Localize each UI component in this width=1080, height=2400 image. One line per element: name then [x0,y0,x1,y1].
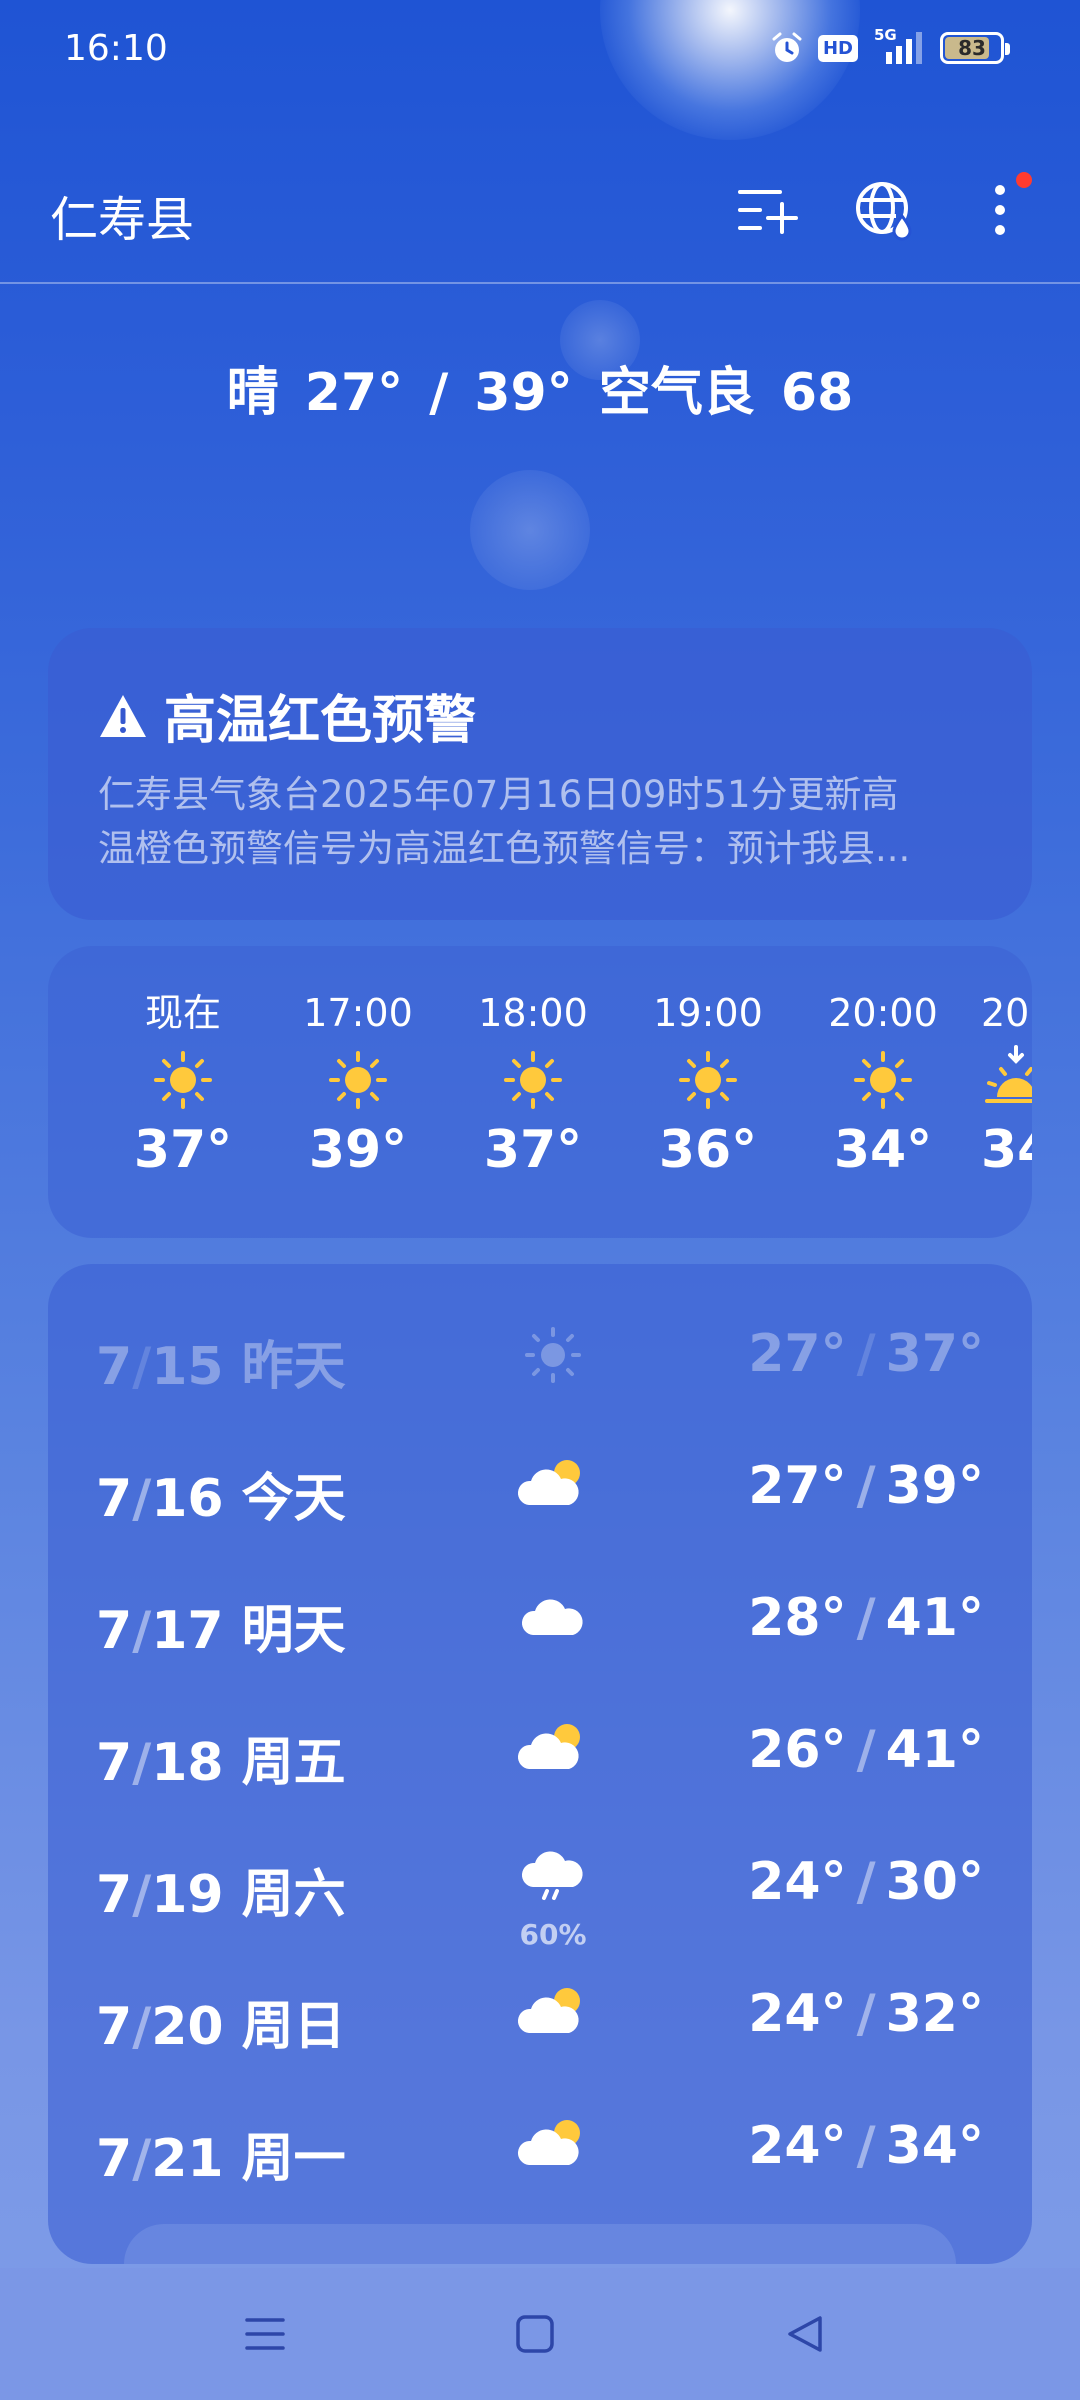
day-temp-range: 24°/32° [748,1984,984,2044]
hour-temp: 37° [133,1120,233,1180]
status-icons: HD 5G 83 [770,26,1010,66]
day-date: 7/17 明天 [96,1601,346,1661]
battery-level: 83 [958,36,986,60]
warning-text-line: 温橙色预警信号为高温红色预警信号：预计我县... [98,827,911,870]
sunset-icon [981,1040,1032,1120]
day-date: 7/16 今天 [96,1469,346,1529]
signal-icon: 5G [872,26,926,66]
day-date: 7/18 周五 [96,1733,346,1793]
precip-probability: 60% [519,1918,587,1951]
sun-icon [638,1040,778,1120]
daily-row[interactable]: 7/17 明天 28°/41° [48,1554,1032,1686]
daily-row[interactable]: 7/21 周一 24°/34° [48,2082,1032,2214]
daily-row[interactable]: 7/20 周日 24°/32° [48,1950,1032,2082]
city-name[interactable]: 仁寿县 [50,180,194,250]
warning-icon [100,694,146,737]
hourly-item[interactable]: 20:0 34 [981,986,1032,1180]
battery-icon: 83 [940,32,1010,64]
menu-button[interactable] [235,2304,295,2364]
day-date: 7/20 周日 [96,1997,346,2057]
hour-temp: 39° [308,1120,408,1180]
day-temp-range: 26°/41° [748,1720,984,1780]
status-bar: 16:10 HD 5G 83 [0,0,1080,100]
more-icon [995,185,1005,235]
daily-row[interactable]: 7/18 周五 26°/41° [48,1686,1032,1818]
hour-temp: 34° [833,1120,933,1180]
city-list-button[interactable] [728,170,808,250]
day-temp-range: 28°/41° [748,1588,984,1648]
day-temp-range: 27°/37° [748,1324,984,1384]
day-temp-range: 24°/30° [748,1852,984,1912]
warning-title-row: 高温红色预警 [98,678,476,753]
warning-card[interactable]: 高温红色预警 仁寿县气象台2025年07月16日09时51分更新高 温橙色预警信… [48,628,1032,920]
partly-cloudy-icon [508,1970,598,2060]
hour-temp: 37° [483,1120,583,1180]
daily-row[interactable]: 7/16 今天 27°/39° [48,1422,1032,1554]
city-list-icon [738,190,798,234]
globe-icon [856,182,912,241]
hour-label: 现在 [144,991,221,1035]
cloud-icon [508,1574,598,1664]
rain-icon [508,1826,598,1916]
hour-label: 19:00 [653,991,763,1035]
back-button[interactable] [775,2304,835,2364]
more-days-button[interactable] [124,2224,956,2264]
warning-title: 高温红色预警 [164,691,477,751]
daily-row[interactable]: 7/15 昨天 27°/37° [48,1290,1032,1422]
partly-cloudy-icon [508,1706,598,1796]
partly-cloudy-icon [508,1442,598,1532]
hourly-forecast-card[interactable]: 现在 37° 17:00 39° 18:00 37° 19:00 36° 20:… [48,946,1032,1238]
navigation-bar [0,2268,1080,2400]
menu-icon [245,2318,285,2350]
warning-text-line: 仁寿县气象台2025年07月16日09时51分更新高 [98,773,899,816]
top-bar: 仁寿县 [0,150,1080,284]
daily-forecast-card[interactable]: 7/15 昨天 27°/37° 7/16 今天 27°/39° 7/17 明天 … [48,1264,1032,2264]
weather-summary[interactable]: 晴 27° / 39° 空气良 68 [0,350,1080,425]
partly-cloudy-icon [508,2102,598,2192]
sun-icon [113,1040,253,1120]
more-button[interactable] [960,170,1040,250]
hour-label: 20:00 [828,991,938,1035]
notification-dot [1016,172,1032,188]
hourly-item[interactable]: 20:00 34° [813,986,953,1180]
day-temp-range: 27°/39° [748,1456,984,1516]
day-date: 7/19 周六 [96,1865,346,1925]
warning-text: 仁寿县气象台2025年07月16日09时51分更新高 温橙色预警信号为高温红色预… [98,768,998,876]
sun-icon [463,1040,603,1120]
day-date: 7/15 昨天 [96,1337,346,1397]
day-temp-range: 24°/34° [748,2116,984,2176]
light-flare-decoration [470,470,590,590]
hourly-item[interactable]: 19:00 36° [638,986,778,1180]
alarm-icon [772,32,802,62]
status-time: 16:10 [64,28,168,69]
home-icon [516,2315,554,2353]
sun-icon [288,1040,428,1120]
hourly-item[interactable]: 18:00 37° [463,986,603,1180]
hour-temp: 36° [658,1120,758,1180]
sun-icon [508,1310,598,1400]
day-date: 7/21 周一 [96,2129,346,2189]
hour-temp: 34 [981,1120,1032,1180]
back-icon [788,2316,822,2352]
hourly-item[interactable]: 现在 37° [113,986,253,1180]
hour-label: 18:00 [478,991,588,1035]
header-divider [0,282,1080,284]
sun-icon [813,1040,953,1120]
top-actions [728,170,1040,250]
hourly-item[interactable]: 17:00 39° [288,986,428,1180]
hour-label: 17:00 [303,991,413,1035]
daily-row[interactable]: 7/19 周六 60% 24°/30° [48,1818,1032,1951]
hour-label: 20:0 [981,991,1032,1035]
home-button[interactable] [505,2304,565,2364]
globe-button[interactable] [844,170,924,250]
hd-badge: HD [817,34,858,62]
